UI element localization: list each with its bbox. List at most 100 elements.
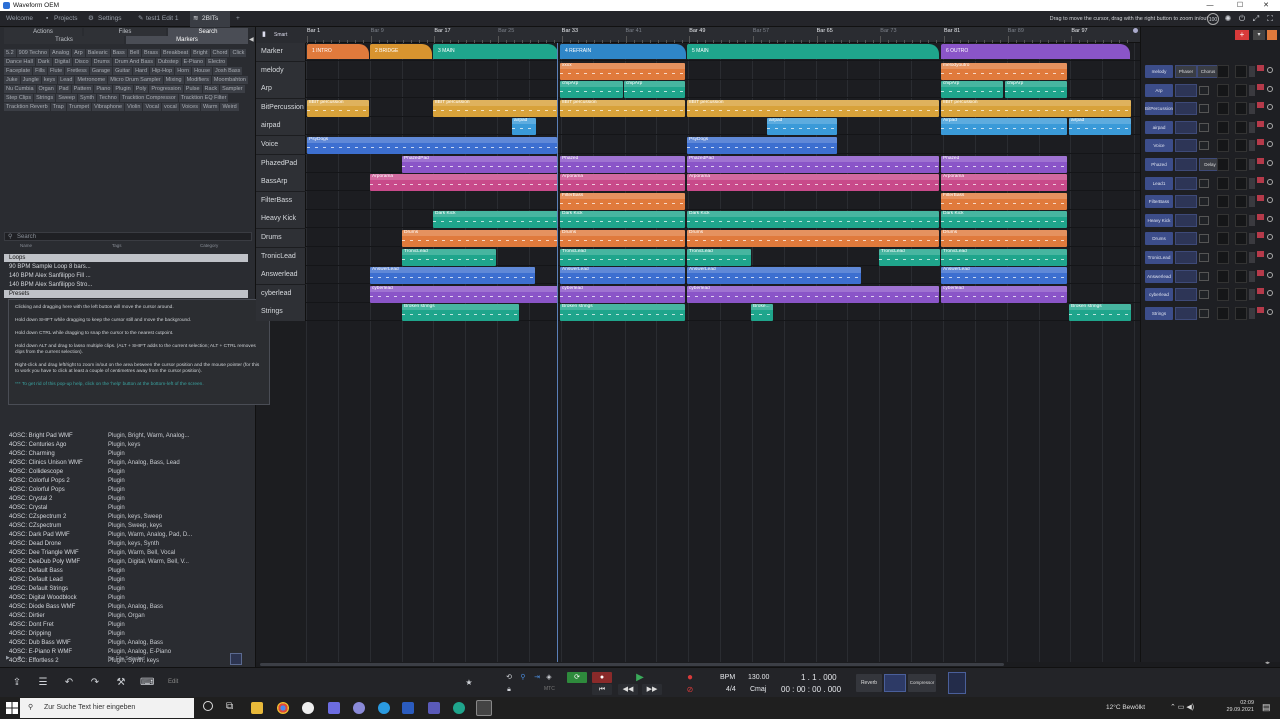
volume-fader[interactable]	[1235, 288, 1247, 302]
tag-chip[interactable]: Josh Bass	[213, 67, 243, 75]
tab-actions[interactable]: Actions	[4, 28, 82, 36]
list-item[interactable]: 4OSC: Dub Bass WMF Plugin, Analog, Bass	[4, 639, 248, 647]
plugin-eq[interactable]	[1175, 158, 1197, 171]
smart-tool[interactable]: ▮ Smart	[256, 27, 306, 43]
settings-icon[interactable]	[1267, 85, 1273, 92]
tray-icons[interactable]: ⌃ ▭ ◀︎)	[1170, 703, 1194, 711]
lightbulb-icon[interactable]: ✺	[1222, 13, 1234, 25]
settings-icon[interactable]	[1267, 308, 1273, 315]
wrench-icon[interactable]: ⚒	[114, 676, 128, 690]
track-header[interactable]: Heavy Kick	[256, 210, 306, 229]
settings-icon[interactable]	[1267, 122, 1273, 129]
tag-chip[interactable]: Weird	[220, 103, 239, 111]
list-item[interactable]: 140 BPM Alex Sanfilippo Stro...	[4, 281, 248, 289]
clip[interactable]: cyberlead	[370, 285, 558, 303]
tag-chip[interactable]: Violin	[125, 103, 143, 111]
mute-button[interactable]	[1257, 176, 1264, 183]
clip[interactable]: Arporama	[687, 174, 939, 192]
pan-knob[interactable]	[1249, 233, 1255, 245]
play-preview-icon[interactable]: ▶	[6, 655, 10, 661]
tag-chip[interactable]: Dark	[35, 58, 52, 66]
tag-chip[interactable]: Juke	[4, 76, 20, 84]
section-marker[interactable]: 4 REFRAIN	[560, 44, 686, 59]
stop-preview-icon[interactable]: ■	[18, 655, 21, 661]
channel-name-button[interactable]: Arp	[1145, 83, 1173, 97]
keyboard-icon[interactable]: ⌨	[140, 676, 154, 690]
list-item[interactable]: 4OSC: Clinics Unison WMF Plugin, Analog, …	[4, 459, 248, 467]
tab-projects[interactable]: ▪ Projects	[44, 11, 81, 27]
tag-chip[interactable]: Horn	[175, 67, 192, 75]
plugin-slot[interactable]	[1199, 253, 1209, 262]
list-item[interactable]: 140 BPM Alex Sanfilippo Fill ...	[4, 272, 248, 280]
list-item[interactable]: 4OSC: Dead Drone Plugin, keys, Synth	[4, 540, 248, 548]
plugin-eq[interactable]	[1175, 176, 1197, 190]
settings-icon[interactable]	[1267, 141, 1273, 148]
channel-name-button[interactable]: Answerlead	[1145, 269, 1173, 283]
tag-chip[interactable]: Bell	[127, 49, 141, 57]
list-item[interactable]: 4OSC: Diode Bass WMF Plugin, Analog, Bass	[4, 603, 248, 611]
new-tab-button[interactable]: +	[232, 11, 244, 27]
tag-chip[interactable]: Disco	[72, 58, 91, 66]
clip[interactable]: airpad	[767, 118, 837, 136]
chrome-icon[interactable]	[277, 702, 289, 714]
list-item[interactable]: 4OSC: CZspectrum Plugin, Sweep, keys	[4, 522, 248, 530]
channel-name-button[interactable]: Drums	[1145, 232, 1173, 246]
tag-chip[interactable]: Tracktion Compressor	[119, 94, 178, 102]
mute-button[interactable]	[1257, 288, 1264, 295]
volume-fader[interactable]	[1235, 158, 1247, 171]
pan-knob[interactable]	[1249, 289, 1255, 301]
tag-chip[interactable]: Analog	[50, 49, 72, 57]
tag-chip[interactable]: Bass	[110, 49, 127, 57]
tag-chip[interactable]: Fills	[33, 67, 47, 75]
clip[interactable]: PsyDogs	[687, 137, 837, 154]
clip[interactable]: Broke...	[751, 304, 773, 322]
play-button[interactable]: ▶	[633, 671, 647, 685]
clip[interactable]: cyberlead	[687, 285, 939, 303]
clip[interactable]: chipArp	[624, 81, 685, 99]
list-item[interactable]: 4OSC: Default Bass Plugin	[4, 567, 248, 575]
mute-button[interactable]	[1257, 251, 1264, 257]
pin-icon[interactable]	[1267, 30, 1277, 40]
pan-knob[interactable]	[1249, 66, 1255, 77]
section-marker[interactable]: 2 BRIDGE	[370, 44, 432, 59]
collapse-arrow-icon[interactable]: ◀	[249, 36, 254, 43]
maximize-button[interactable]: ☐	[1226, 0, 1254, 11]
bpm-value[interactable]: 130.00	[748, 674, 769, 681]
volume-fader[interactable]	[1235, 195, 1247, 209]
pan-knob[interactable]	[1249, 270, 1255, 282]
list-item[interactable]: 4OSC: Dripping Plugin	[4, 630, 248, 638]
pan-knob[interactable]	[1249, 121, 1255, 133]
preview-volume[interactable]	[230, 653, 242, 665]
list-item[interactable]: 4OSC: Dirtier Plugin, Organ	[4, 612, 248, 620]
mute-button[interactable]	[1257, 306, 1264, 313]
clip[interactable]: 8BIT percussion	[433, 99, 558, 117]
tag-chip[interactable]: Step Clips	[4, 94, 34, 102]
mixer-menu-icon[interactable]: ▾	[1253, 30, 1265, 40]
clip[interactable]: Dark Kick	[560, 211, 685, 229]
tag-chip[interactable]: Flute	[47, 67, 65, 75]
track-header[interactable]: airpad	[256, 117, 306, 136]
tag-chip[interactable]: Guitar	[113, 67, 133, 75]
list-item[interactable]: 4OSC: Colorful Pops Plugin	[4, 486, 248, 494]
clip[interactable]: Phazed	[560, 155, 685, 173]
mute-button[interactable]	[1257, 269, 1264, 276]
mute-button[interactable]	[1257, 213, 1264, 220]
tag-chip[interactable]: Bright	[191, 49, 210, 57]
col-category[interactable]: Category	[200, 243, 218, 248]
channel-name-button[interactable]: Heavy Kick	[1145, 213, 1173, 227]
tag-chip[interactable]: Drums	[91, 58, 112, 66]
track-header[interactable]: Marker	[256, 43, 306, 61]
pan-knob[interactable]	[1249, 214, 1255, 226]
clip[interactable]: melodyoutro	[941, 62, 1067, 80]
track-header[interactable]: cyberlead	[256, 284, 306, 303]
clip[interactable]: Phazed	[941, 155, 1067, 173]
loop-play-button[interactable]: ⟳	[567, 672, 587, 683]
track-header[interactable]: Arp	[256, 80, 306, 99]
clip[interactable]: Airpad	[941, 118, 1067, 136]
channel-name-button[interactable]: melody	[1145, 65, 1173, 78]
group-presets[interactable]: Presets	[4, 290, 248, 298]
clip[interactable]: chipArp	[560, 81, 623, 99]
track-header[interactable]: PhazedPad	[256, 154, 306, 173]
list-item[interactable]: 4OSC: CZspectrum 2 Plugin, keys, Sweep	[4, 513, 248, 521]
volume-fader[interactable]	[1235, 102, 1247, 116]
